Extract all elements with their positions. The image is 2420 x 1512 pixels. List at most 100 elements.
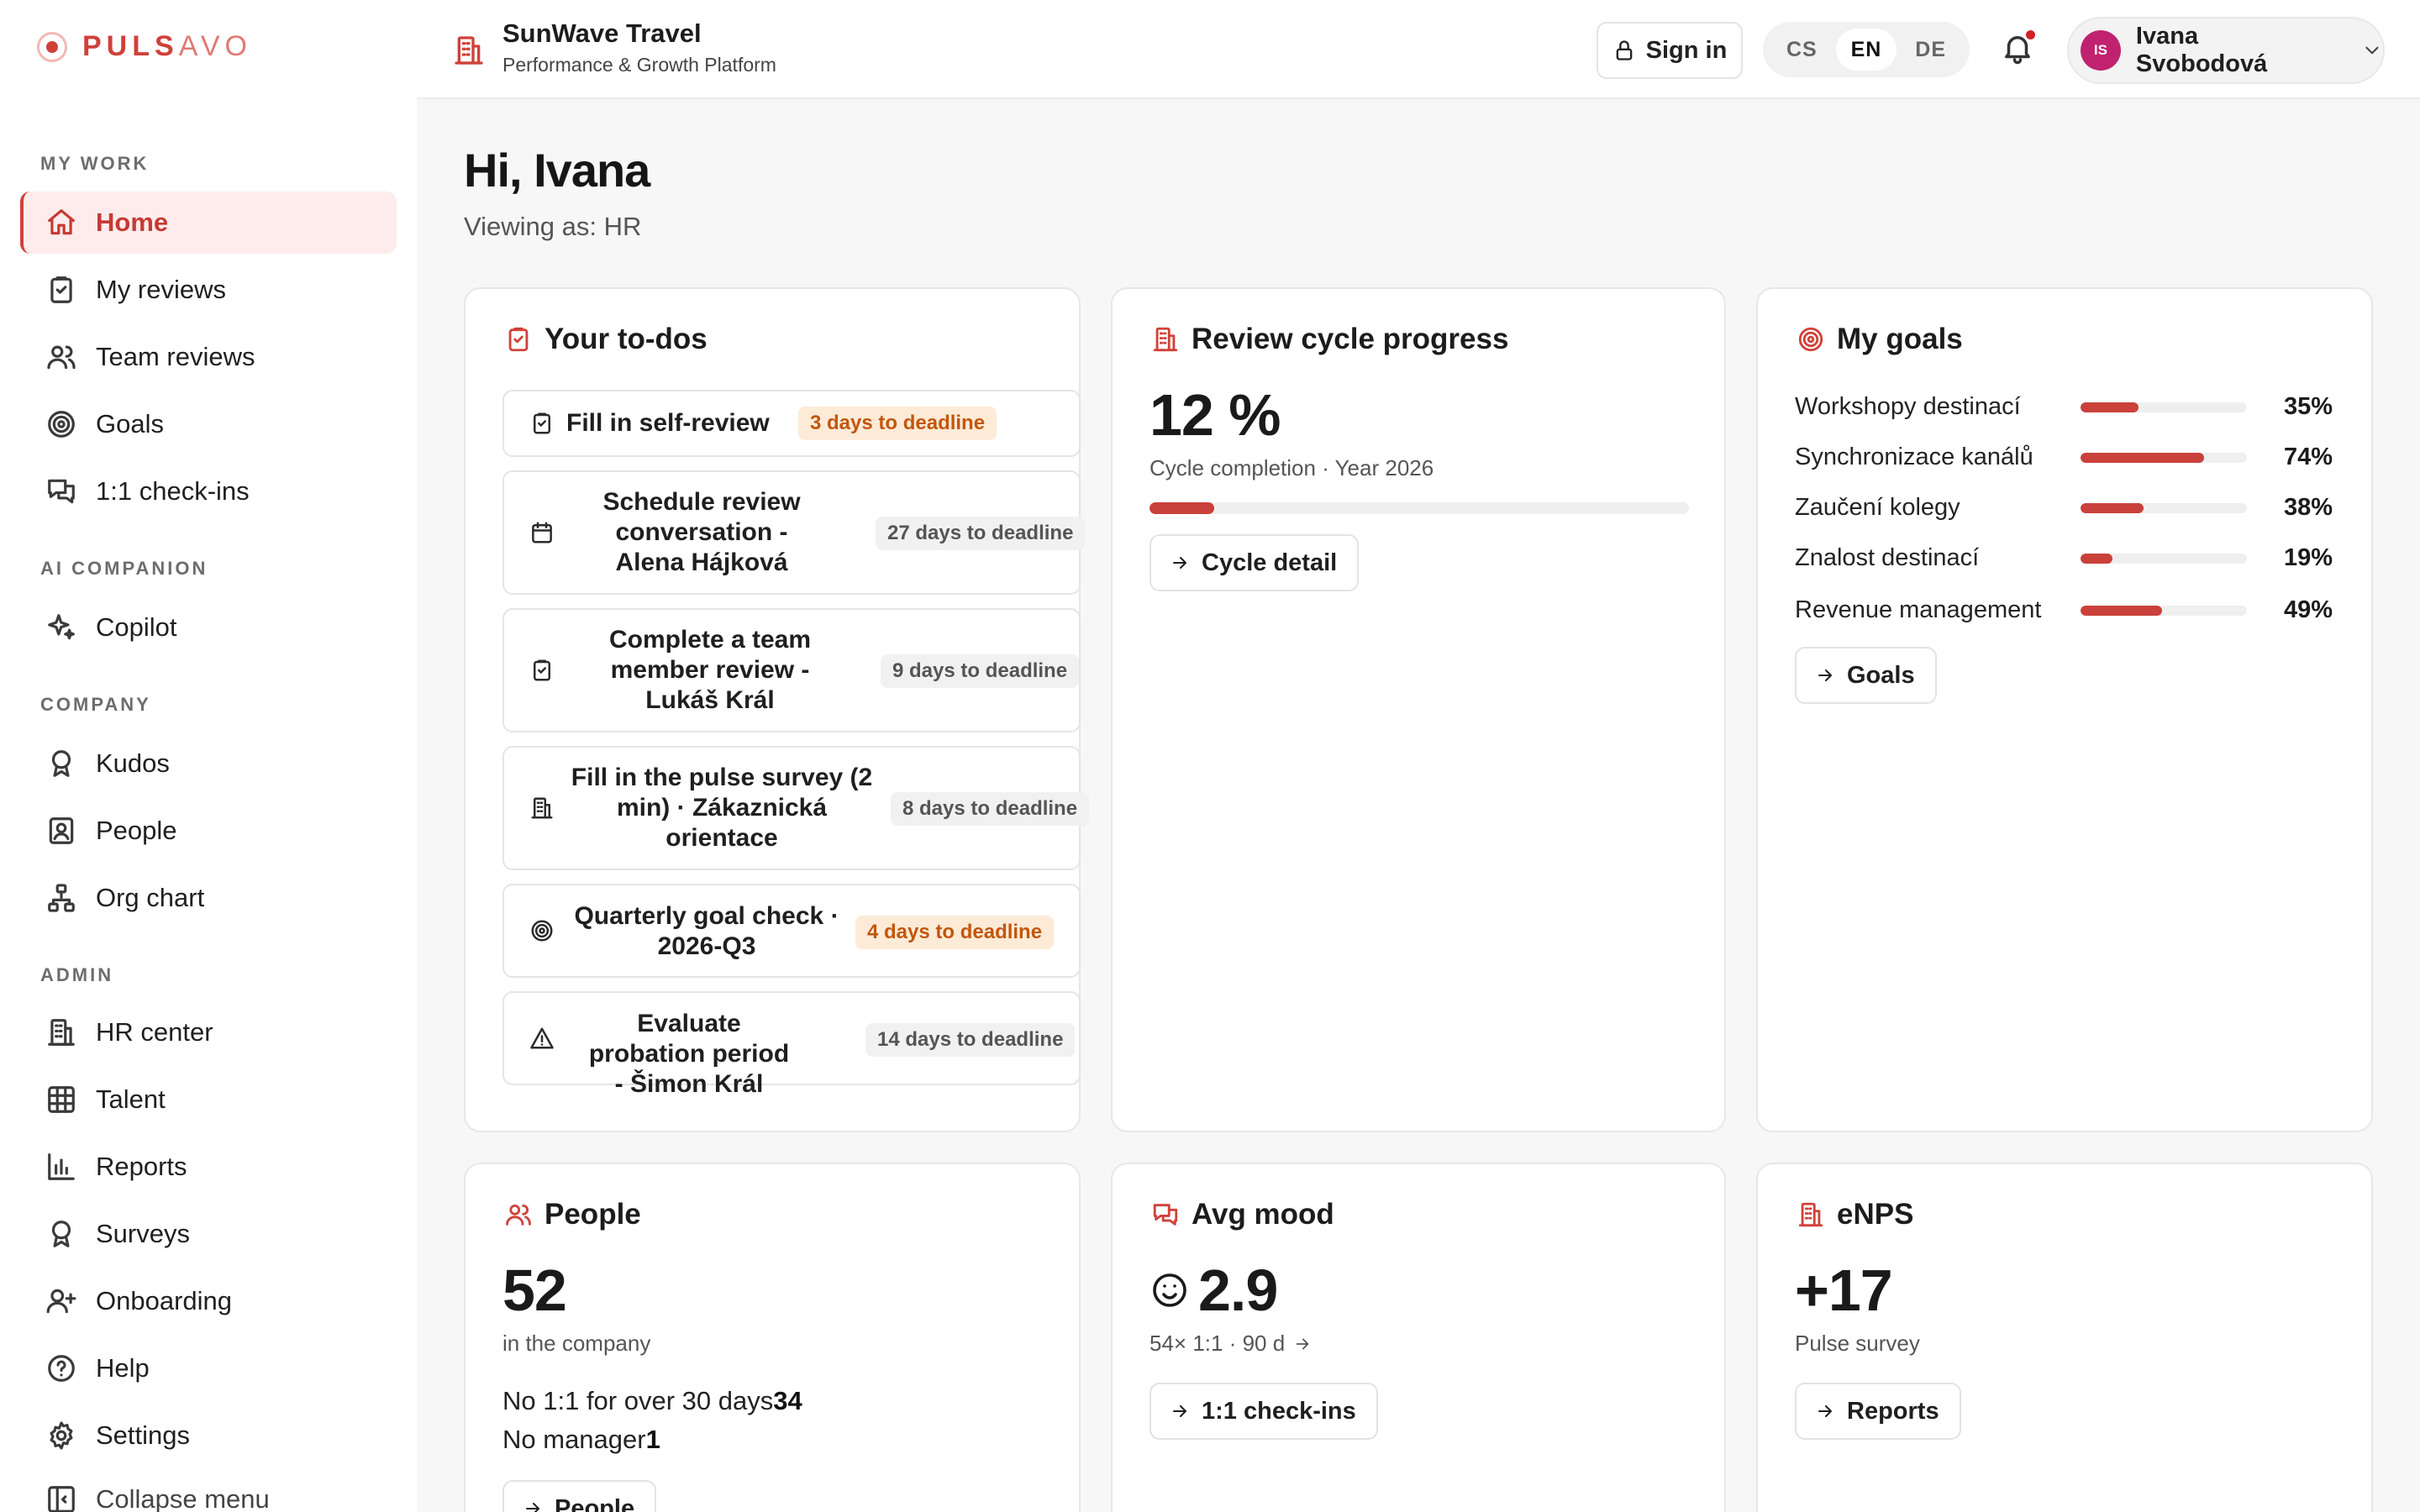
calendar-icon [532,522,552,543]
goal-progress-bar [2081,606,2247,616]
enps-value: +17 [1795,1257,1893,1323]
user-plus-icon [46,1289,76,1314]
organization-subtitle: Performance & Growth Platform [502,54,776,76]
mood-value: 2.9 [1150,1257,1278,1324]
avatar: IS [2081,30,2121,71]
goal-percentage: 19% [2283,544,2333,571]
todo-label: Complete a team member review - Lukáš Kr… [608,626,812,714]
help-icon [48,1355,75,1382]
section-admin: ADMIN [40,964,114,985]
todo-item[interactable]: Quarterly goal check · 2026-Q3 4 days to… [502,884,1081,978]
sidebar-item-my-reviews[interactable]: My reviews [20,259,397,321]
sidebar-item-surveys[interactable]: Surveys [20,1203,397,1265]
sidebar-item-copilot[interactable]: Copilot [20,596,397,659]
sidebar-item-reports[interactable]: Reports [20,1136,397,1198]
card-title: eNPS [1797,1198,1913,1231]
goal-row[interactable]: Znalost destinací 19% [1795,541,2333,575]
sidebar-item-label: Collapse menu [96,1484,270,1512]
arrow-right-icon [526,1503,539,1512]
goal-progress-fill [2081,554,2112,564]
cycle-detail-button[interactable]: Cycle detail [1150,534,1360,591]
sidebar-item-label: Goals [96,409,164,438]
goals-button[interactable]: Goals [1795,647,1937,704]
brand-dot-icon [37,31,67,62]
mood-card: Avg mood 2.9 54× 1:1 · 90 d 1:1 check-in… [1111,1163,1726,1512]
brand-logo[interactable]: PULSAVO [37,30,252,63]
language-option-cs[interactable]: CS [1771,29,1832,71]
sidebar-item-help[interactable]: Help [20,1337,397,1399]
todo-item[interactable]: Fill in self-review 3 days to deadline [502,390,1081,457]
sidebar-item-checkins[interactable]: 1:1 check-ins [20,460,397,522]
sidebar-item-talent[interactable]: Talent [20,1068,397,1131]
todo-label: Quarterly goal check · 2026-Q3 [574,902,839,960]
sign-in-label: Sign in [1645,36,1728,64]
sign-in-button[interactable]: Sign in [1597,22,1743,79]
checkins-button[interactable]: 1:1 check-ins [1150,1383,1378,1440]
sidebar-item-hr-center[interactable]: HR center [20,1001,397,1063]
arrow-right-icon [1173,1405,1186,1417]
sidebar-item-label: Help [96,1353,150,1383]
deadline-badge: 14 days to deadline [865,1023,1076,1057]
arrow-right-icon [1818,1405,1832,1417]
sidebar-item-label: 1:1 check-ins [96,476,250,506]
user-menu[interactable]: IS Ivana Svobodová [2067,17,2385,84]
notification-indicator [2024,29,2037,41]
sidebar-item-goals[interactable]: Goals [20,393,397,455]
todo-label: Fill in the pulse survey (2 min) · Zákaz… [571,764,873,852]
sidebar-item-onboarding[interactable]: Onboarding [20,1270,397,1332]
goals-card: My goals Workshopy destinací 35% Synchro… [1756,287,2373,1132]
section-ai-companion: AI COMPANION [40,558,208,579]
notifications-button[interactable] [2000,29,2037,67]
goal-name: Workshopy destinací [1795,393,2021,420]
sidebar-item-label: Surveys [96,1219,190,1248]
people-button[interactable]: People [502,1480,657,1512]
todo-item[interactable]: Complete a team member review - Lukáš Kr… [502,608,1081,732]
todos-card: Your to-dos Fill in self-review 3 days t… [464,287,1090,1132]
collapse-menu-button[interactable]: Collapse menu [20,1468,397,1512]
sidebar-item-org-chart[interactable]: Org chart [20,867,397,929]
chat-icon [48,479,75,504]
enps-card: eNPS +17 Pulse survey Reports [1756,1163,2373,1512]
arrow-right-icon [1296,1338,1309,1349]
card-title: Avg mood [1151,1198,1334,1231]
sidebar-item-label: People [96,816,177,845]
goal-progress-bar [2081,402,2247,412]
todo-item[interactable]: Evaluate probation period - Šimon Král 1… [502,991,1081,1098]
sidebar-item-team-reviews[interactable]: Team reviews [20,326,397,388]
goal-row[interactable]: Synchronizace kanálů 74% [1795,440,2333,474]
goal-row[interactable]: Workshopy destinací 35% [1795,390,2333,423]
goal-row[interactable]: Zaučení kolegy 38% [1795,491,2333,524]
goal-name: Znalost destinací [1795,544,1980,571]
todo-item[interactable]: Fill in the pulse survey (2 min) · Zákaz… [502,746,1090,870]
sparkles-icon [48,614,75,640]
todo-item[interactable]: Schedule review conversation - Alena Háj… [502,470,1086,595]
sidebar-item-home[interactable]: Home [20,192,397,254]
sidebar-item-settings[interactable]: Settings [20,1404,397,1467]
language-option-de[interactable]: DE [1901,29,1961,71]
sidebar: PULSAVO MY WORK Home My reviews Team rev… [0,0,417,1512]
chat-icon [1153,1204,1178,1226]
language-option-en[interactable]: EN [1835,29,1897,71]
arrow-right-icon [1818,669,1832,681]
cycle-caption: Cycle completion · Year 2026 [1150,455,1434,480]
organization-info: SunWave Travel Performance & Growth Plat… [452,18,776,76]
org-chart-icon [48,884,75,912]
users-icon [47,345,76,370]
sidebar-item-label: Home [96,207,169,237]
reports-button[interactable]: Reports [1795,1383,1961,1440]
goal-name: Synchronizace kanálů [1795,444,2033,470]
sidebar-item-kudos[interactable]: Kudos [20,732,397,795]
sidebar-item-label: HR center [96,1017,213,1047]
section-company: COMPANY [40,694,151,715]
deadline-badge: 9 days to deadline [881,654,1080,688]
contact-icon [49,817,74,844]
deadline-badge: 4 days to deadline [855,916,1055,949]
mood-caption-link[interactable]: 54× 1:1 · 90 d [1150,1331,1312,1357]
goal-name: Zaučení kolegy [1795,494,1960,521]
goal-progress-bar [2081,453,2247,463]
sidebar-item-people[interactable]: People [20,800,397,862]
goal-progress-fill [2081,503,2144,513]
enps-caption: Pulse survey [1795,1331,1920,1356]
goal-row[interactable]: Revenue management 49% [1795,593,2333,627]
building-icon [48,1019,75,1046]
